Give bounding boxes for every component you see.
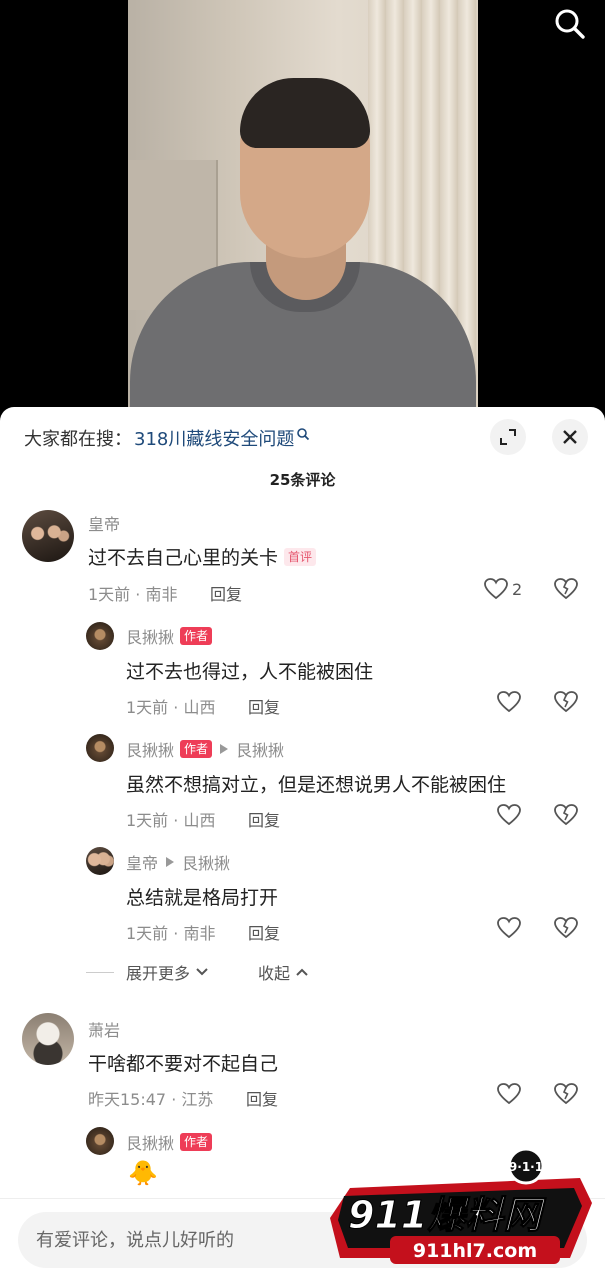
watermark-logo: 9·1·1 911爆料网 911hl7.com	[330, 1148, 592, 1264]
comment-username[interactable]: 萧岩	[88, 1017, 120, 1041]
comment-count: 25条评论	[269, 471, 336, 489]
broken-heart-icon	[554, 691, 578, 713]
avatar[interactable]	[86, 622, 114, 650]
reply-username[interactable]: 皇帝 艮揪揪	[126, 850, 230, 874]
broken-heart-icon	[554, 578, 578, 600]
heart-icon	[497, 804, 521, 826]
watermark-badge: 9·1·1	[509, 1160, 543, 1174]
avatar[interactable]	[22, 510, 74, 562]
reply-username[interactable]: 艮揪揪 作者	[126, 624, 213, 648]
author-badge: 作者	[180, 627, 213, 645]
username[interactable]: 艮揪揪	[126, 737, 174, 761]
close-icon	[563, 430, 577, 444]
reply-username[interactable]: 艮揪揪 作者	[126, 1130, 213, 1154]
like-button[interactable]	[497, 917, 521, 939]
reply-button[interactable]: 回复	[210, 581, 242, 605]
reply-button[interactable]: 回复	[248, 920, 280, 944]
hot-search-label: 大家都在搜：	[24, 429, 132, 450]
username[interactable]: 萧岩	[88, 1017, 120, 1041]
username[interactable]: 皇帝	[126, 850, 158, 874]
divider	[86, 971, 114, 973]
reply-to-arrow-icon	[166, 857, 175, 867]
reply-text[interactable]: 总结就是格局打开	[126, 883, 278, 910]
reply-button[interactable]: 回复	[248, 807, 280, 831]
avatar[interactable]	[22, 1013, 74, 1065]
hot-search-bar[interactable]: 大家都在搜： 318川藏线安全问题	[24, 425, 310, 451]
like-count: 2	[512, 579, 523, 599]
comment-username[interactable]: 皇帝	[88, 511, 120, 535]
reply-username[interactable]: 艮揪揪 作者 艮揪揪	[126, 737, 284, 761]
broken-heart-icon	[554, 804, 578, 826]
avatar[interactable]	[86, 847, 114, 875]
like-button[interactable]	[497, 804, 521, 826]
expand-button[interactable]	[490, 419, 526, 455]
dislike-button[interactable]	[554, 804, 578, 830]
comment-text[interactable]: 干啥都不要对不起自己	[88, 1049, 278, 1076]
heart-icon	[497, 1083, 521, 1105]
heart-icon	[497, 691, 521, 713]
search-icon[interactable]	[552, 6, 588, 42]
emoji-sticker: 🐥	[128, 1159, 158, 1187]
reply-to-arrow-icon	[220, 744, 229, 754]
expand-icon	[500, 429, 516, 445]
heart-icon	[484, 578, 508, 600]
reply-fold-row: 展开更多 收起	[86, 959, 310, 985]
chevron-up-icon	[296, 968, 308, 976]
broken-heart-icon	[554, 917, 578, 939]
dislike-button[interactable]	[554, 578, 578, 604]
collapse-label: 收起	[258, 964, 291, 983]
reply-to-username[interactable]: 艮揪揪	[236, 737, 284, 761]
video-player[interactable]	[0, 0, 605, 420]
video-person-hair	[240, 78, 370, 148]
reply-button[interactable]: 回复	[246, 1086, 278, 1110]
author-badge: 作者	[180, 1133, 213, 1151]
like-button[interactable]	[497, 1083, 521, 1105]
like-button[interactable]	[497, 691, 521, 713]
reply-meta: 1天前 · 山西	[126, 811, 216, 830]
hot-search-term[interactable]: 318川藏线安全问题	[134, 425, 294, 451]
avatar[interactable]	[86, 734, 114, 762]
reply-meta: 1天前 · 南非	[126, 924, 216, 943]
dislike-button[interactable]	[554, 691, 578, 717]
first-comment-badge: 首评	[284, 547, 317, 566]
comment-input[interactable]	[18, 1212, 338, 1268]
username[interactable]: 艮揪揪	[126, 624, 174, 648]
watermark-site: 911hl7.com	[413, 1240, 537, 1262]
expand-more-button[interactable]: 展开更多	[126, 960, 210, 984]
author-badge: 作者	[180, 740, 213, 758]
dislike-button[interactable]	[554, 917, 578, 943]
chevron-down-icon	[196, 968, 208, 976]
dislike-button[interactable]	[554, 1083, 578, 1109]
reply-to-username[interactable]: 艮揪揪	[182, 850, 230, 874]
close-button[interactable]	[552, 419, 588, 455]
reply-text[interactable]: 虽然不想搞对立，但是还想说男人不能被困住	[126, 770, 506, 797]
heart-icon	[497, 917, 521, 939]
avatar[interactable]	[86, 1127, 114, 1155]
comment-text[interactable]: 过不去自己心里的关卡 首评	[88, 543, 317, 570]
broken-heart-icon	[554, 1083, 578, 1105]
reply-button[interactable]: 回复	[248, 694, 280, 718]
search-small-icon	[297, 428, 310, 441]
collapse-button[interactable]: 收起	[258, 960, 310, 984]
username[interactable]: 艮揪揪	[126, 1130, 174, 1154]
video-frame	[128, 0, 478, 420]
comment-meta: 昨天15:47 · 江苏	[88, 1090, 214, 1109]
comment-body: 过不去自己心里的关卡	[88, 547, 279, 569]
reply-meta: 1天前 · 山西	[126, 698, 216, 717]
expand-more-label: 展开更多	[126, 964, 191, 983]
like-button[interactable]: 2	[484, 578, 522, 600]
reply-text[interactable]: 过不去也得过，人不能被困住	[126, 657, 373, 684]
username[interactable]: 皇帝	[88, 511, 120, 535]
watermark-brand: 911爆料网	[348, 1193, 546, 1237]
comment-meta: 1天前 · 南非	[88, 585, 178, 604]
